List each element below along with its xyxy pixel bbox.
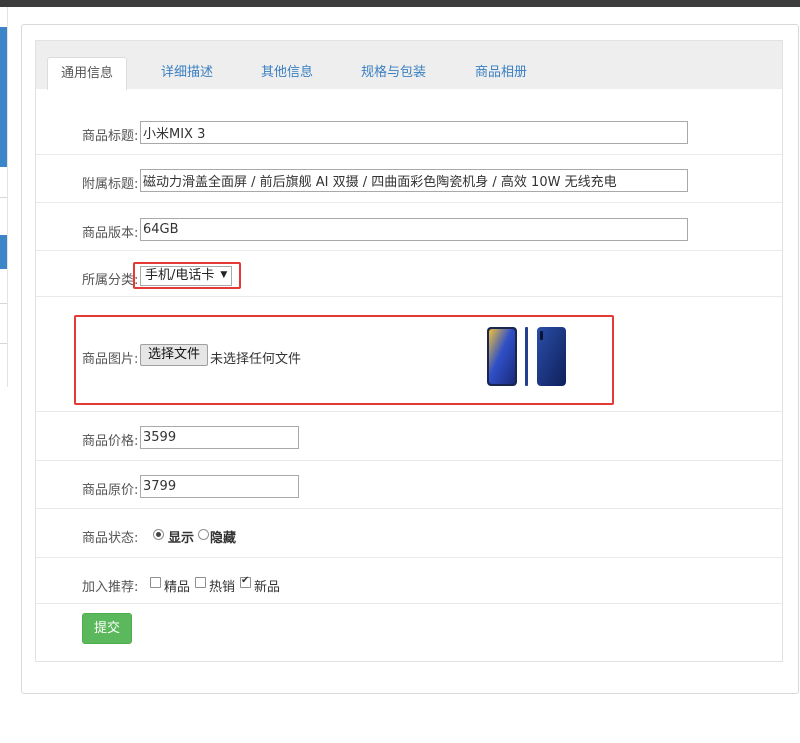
- recommend-hot-checkbox[interactable]: [195, 577, 206, 588]
- row-recommend: 加入推荐: 精品 热销 新品: [36, 558, 782, 604]
- submit-button[interactable]: 提交: [82, 613, 132, 644]
- tab-detail-description[interactable]: 详细描述: [161, 57, 213, 89]
- version-input[interactable]: [140, 218, 688, 241]
- row-status: 商品状态: 显示 隐藏: [36, 509, 782, 558]
- original-price-input[interactable]: [140, 475, 299, 498]
- title-label: 商品标题:: [82, 129, 139, 144]
- recommend-label: 加入推荐:: [82, 580, 139, 595]
- image-highlight-box: [74, 315, 614, 405]
- recommend-new-label[interactable]: 新品: [254, 576, 280, 595]
- row-subtitle: 附属标题:: [36, 155, 782, 203]
- status-show-label[interactable]: 显示: [168, 527, 194, 546]
- tab-product-album[interactable]: 商品相册: [475, 57, 527, 89]
- window-top-bar: [0, 0, 800, 7]
- price-input[interactable]: [140, 426, 299, 449]
- title-input[interactable]: [140, 121, 688, 144]
- recommend-premium-checkbox[interactable]: [150, 577, 161, 588]
- tab-spec-packaging[interactable]: 规格与包装: [361, 57, 426, 89]
- subtitle-input[interactable]: [140, 169, 688, 192]
- sidebar-border: [7, 7, 8, 387]
- recommend-new-checkbox[interactable]: [240, 575, 251, 588]
- recommend-hot-label[interactable]: 热销: [209, 576, 235, 595]
- original-price-label: 商品原价:: [82, 483, 139, 498]
- status-hide-label[interactable]: 隐藏: [210, 527, 236, 546]
- tab-bar: 通用信息 详细描述 其他信息 规格与包装 商品相册: [36, 41, 782, 90]
- price-label: 商品价格:: [82, 434, 139, 449]
- tab-other-info[interactable]: 其他信息: [261, 57, 313, 89]
- row-original-price: 商品原价:: [36, 461, 782, 509]
- category-highlight-box: [133, 262, 241, 289]
- version-label: 商品版本:: [82, 226, 139, 241]
- row-version: 商品版本:: [36, 203, 782, 251]
- tab-general-info[interactable]: 通用信息: [47, 57, 128, 90]
- status-hide-radio[interactable]: [198, 529, 209, 540]
- subtitle-label: 附属标题:: [82, 177, 139, 192]
- status-label: 商品状态:: [82, 531, 139, 546]
- left-sidebar-edge: [0, 7, 8, 387]
- status-show-radio[interactable]: [153, 529, 164, 540]
- row-title: 商品标题:: [36, 107, 782, 155]
- row-price: 商品价格:: [36, 412, 782, 461]
- category-label: 所属分类:: [82, 273, 139, 288]
- recommend-premium-label[interactable]: 精品: [164, 576, 190, 595]
- product-form-panel: 通用信息 详细描述 其他信息 规格与包装 商品相册 商品标题: 附属标题: 商品…: [35, 40, 783, 662]
